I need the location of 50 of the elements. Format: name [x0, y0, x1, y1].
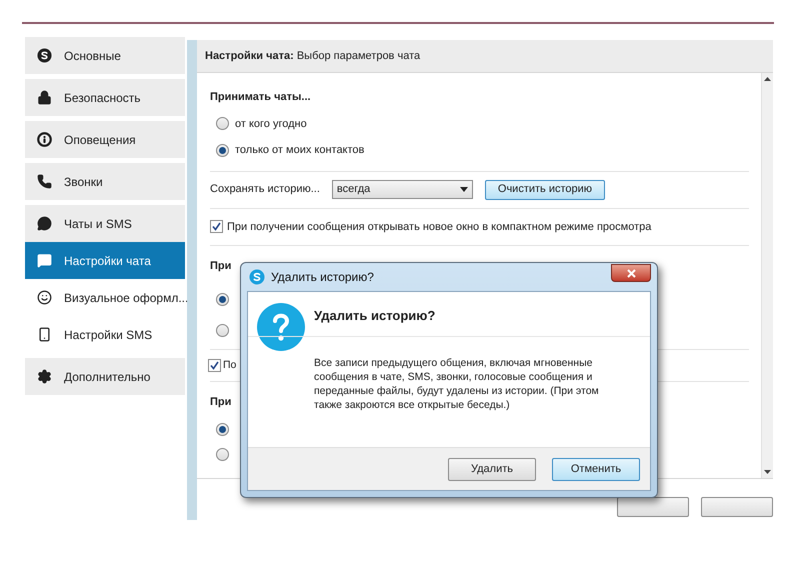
- radio-button[interactable]: [216, 292, 229, 306]
- sidebar-item[interactable]: Чаты и SMS: [25, 205, 185, 242]
- radio-button[interactable]: [216, 117, 229, 130]
- chat-bubble-icon: [37, 253, 52, 268]
- dialog-button[interactable]: Удалить: [448, 458, 536, 480]
- sidebar-item[interactable]: Звонки: [25, 163, 185, 200]
- clear-history-button[interactable]: Очистить историю: [484, 180, 606, 200]
- history-label: Сохранять историю...: [210, 182, 320, 198]
- history-dropdown[interactable]: всегда: [332, 180, 473, 199]
- section-heading: При: [210, 259, 232, 274]
- chat-bubble-icon: [37, 216, 52, 231]
- skype-icon: [249, 269, 265, 285]
- radio-button[interactable]: [216, 324, 229, 336]
- radio-label: от кого угодно: [235, 116, 307, 132]
- phone-icon: [37, 174, 52, 189]
- section-heading: Принимать чаты...: [210, 90, 312, 105]
- section-heading: При: [210, 395, 232, 410]
- close-button[interactable]: [611, 264, 651, 282]
- close-icon: [626, 268, 636, 278]
- dialog-button[interactable]: Отменить: [552, 458, 640, 480]
- header-title: Настройки чата: Выбор параметров чата: [205, 48, 420, 64]
- radio-label: только от моих контактов: [235, 143, 364, 158]
- lock-icon: [37, 90, 52, 105]
- smiley-icon: [37, 290, 52, 305]
- sidebar-item[interactable]: Оповещения: [25, 121, 185, 158]
- footer-button[interactable]: [617, 497, 689, 517]
- checkbox[interactable]: [208, 358, 221, 372]
- checkbox[interactable]: [210, 220, 223, 234]
- checkbox-label: При получении сообщения открывать новое окно в компактном режиме просмотра: [227, 220, 652, 234]
- skype-icon: [37, 48, 52, 63]
- scroll-up-icon[interactable]: [764, 77, 771, 81]
- dialog-title: Удалить историю?: [271, 269, 374, 286]
- radio-button[interactable]: [216, 448, 229, 461]
- dialog-message: Все записи предыдущего общения, включая мгновенные сообщения в чате, SMS, звонки, голосовые сообщения и переданные файлы, будут удалены из истории. (При этом также закроются все открытые беседы.): [314, 356, 600, 412]
- question-icon: [257, 303, 305, 351]
- info-icon: [37, 132, 52, 147]
- sidebar-item[interactable]: Основные: [25, 37, 185, 74]
- radio-button[interactable]: [216, 144, 229, 157]
- radio-button[interactable]: [216, 422, 229, 436]
- checkbox-label: По: [223, 358, 236, 372]
- sidebar-item[interactable]: Дополнительно: [25, 358, 185, 395]
- phone-message-icon: [37, 327, 52, 342]
- sidebar-item[interactable]: Безопасность: [25, 79, 185, 116]
- dialog-heading: Удалить историю?: [314, 307, 436, 325]
- settings-icon: [37, 369, 52, 384]
- caret-icon: [460, 187, 468, 192]
- sidebar-item[interactable]: Настройки чата: [25, 242, 185, 279]
- scroll-down-icon[interactable]: [764, 470, 771, 474]
- footer-button[interactable]: [701, 497, 773, 517]
- scrollbar[interactable]: [761, 73, 773, 478]
